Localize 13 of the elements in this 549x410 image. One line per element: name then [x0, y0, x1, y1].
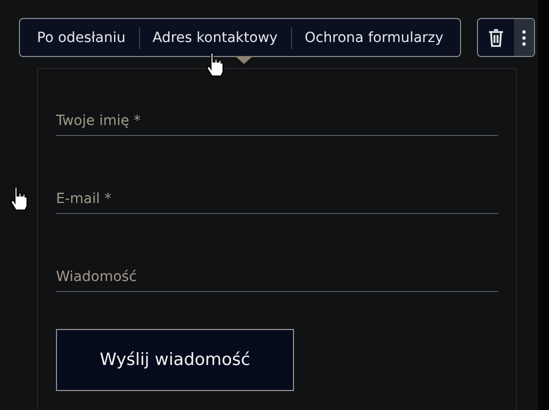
send-button[interactable]: Wyślij wiadomość: [56, 329, 294, 391]
more-icon: [522, 30, 526, 46]
toolbar-tab[interactable]: Adres kontaktowy: [140, 19, 291, 56]
input-field[interactable]: Twoje imię *: [56, 105, 498, 136]
toolbar-tab[interactable]: Ochrona formularzy: [292, 19, 456, 56]
more-button[interactable]: [514, 19, 534, 56]
input-field[interactable]: E-mail *: [56, 183, 498, 214]
trash-icon: [488, 28, 504, 46]
hand-cursor-icon: [10, 186, 30, 212]
pointer-arrow: [235, 56, 253, 64]
toolbar-tab[interactable]: Po odesłaniu: [24, 19, 139, 56]
hand-cursor-icon: [206, 52, 226, 78]
input-field[interactable]: Wiadomość: [56, 261, 498, 292]
